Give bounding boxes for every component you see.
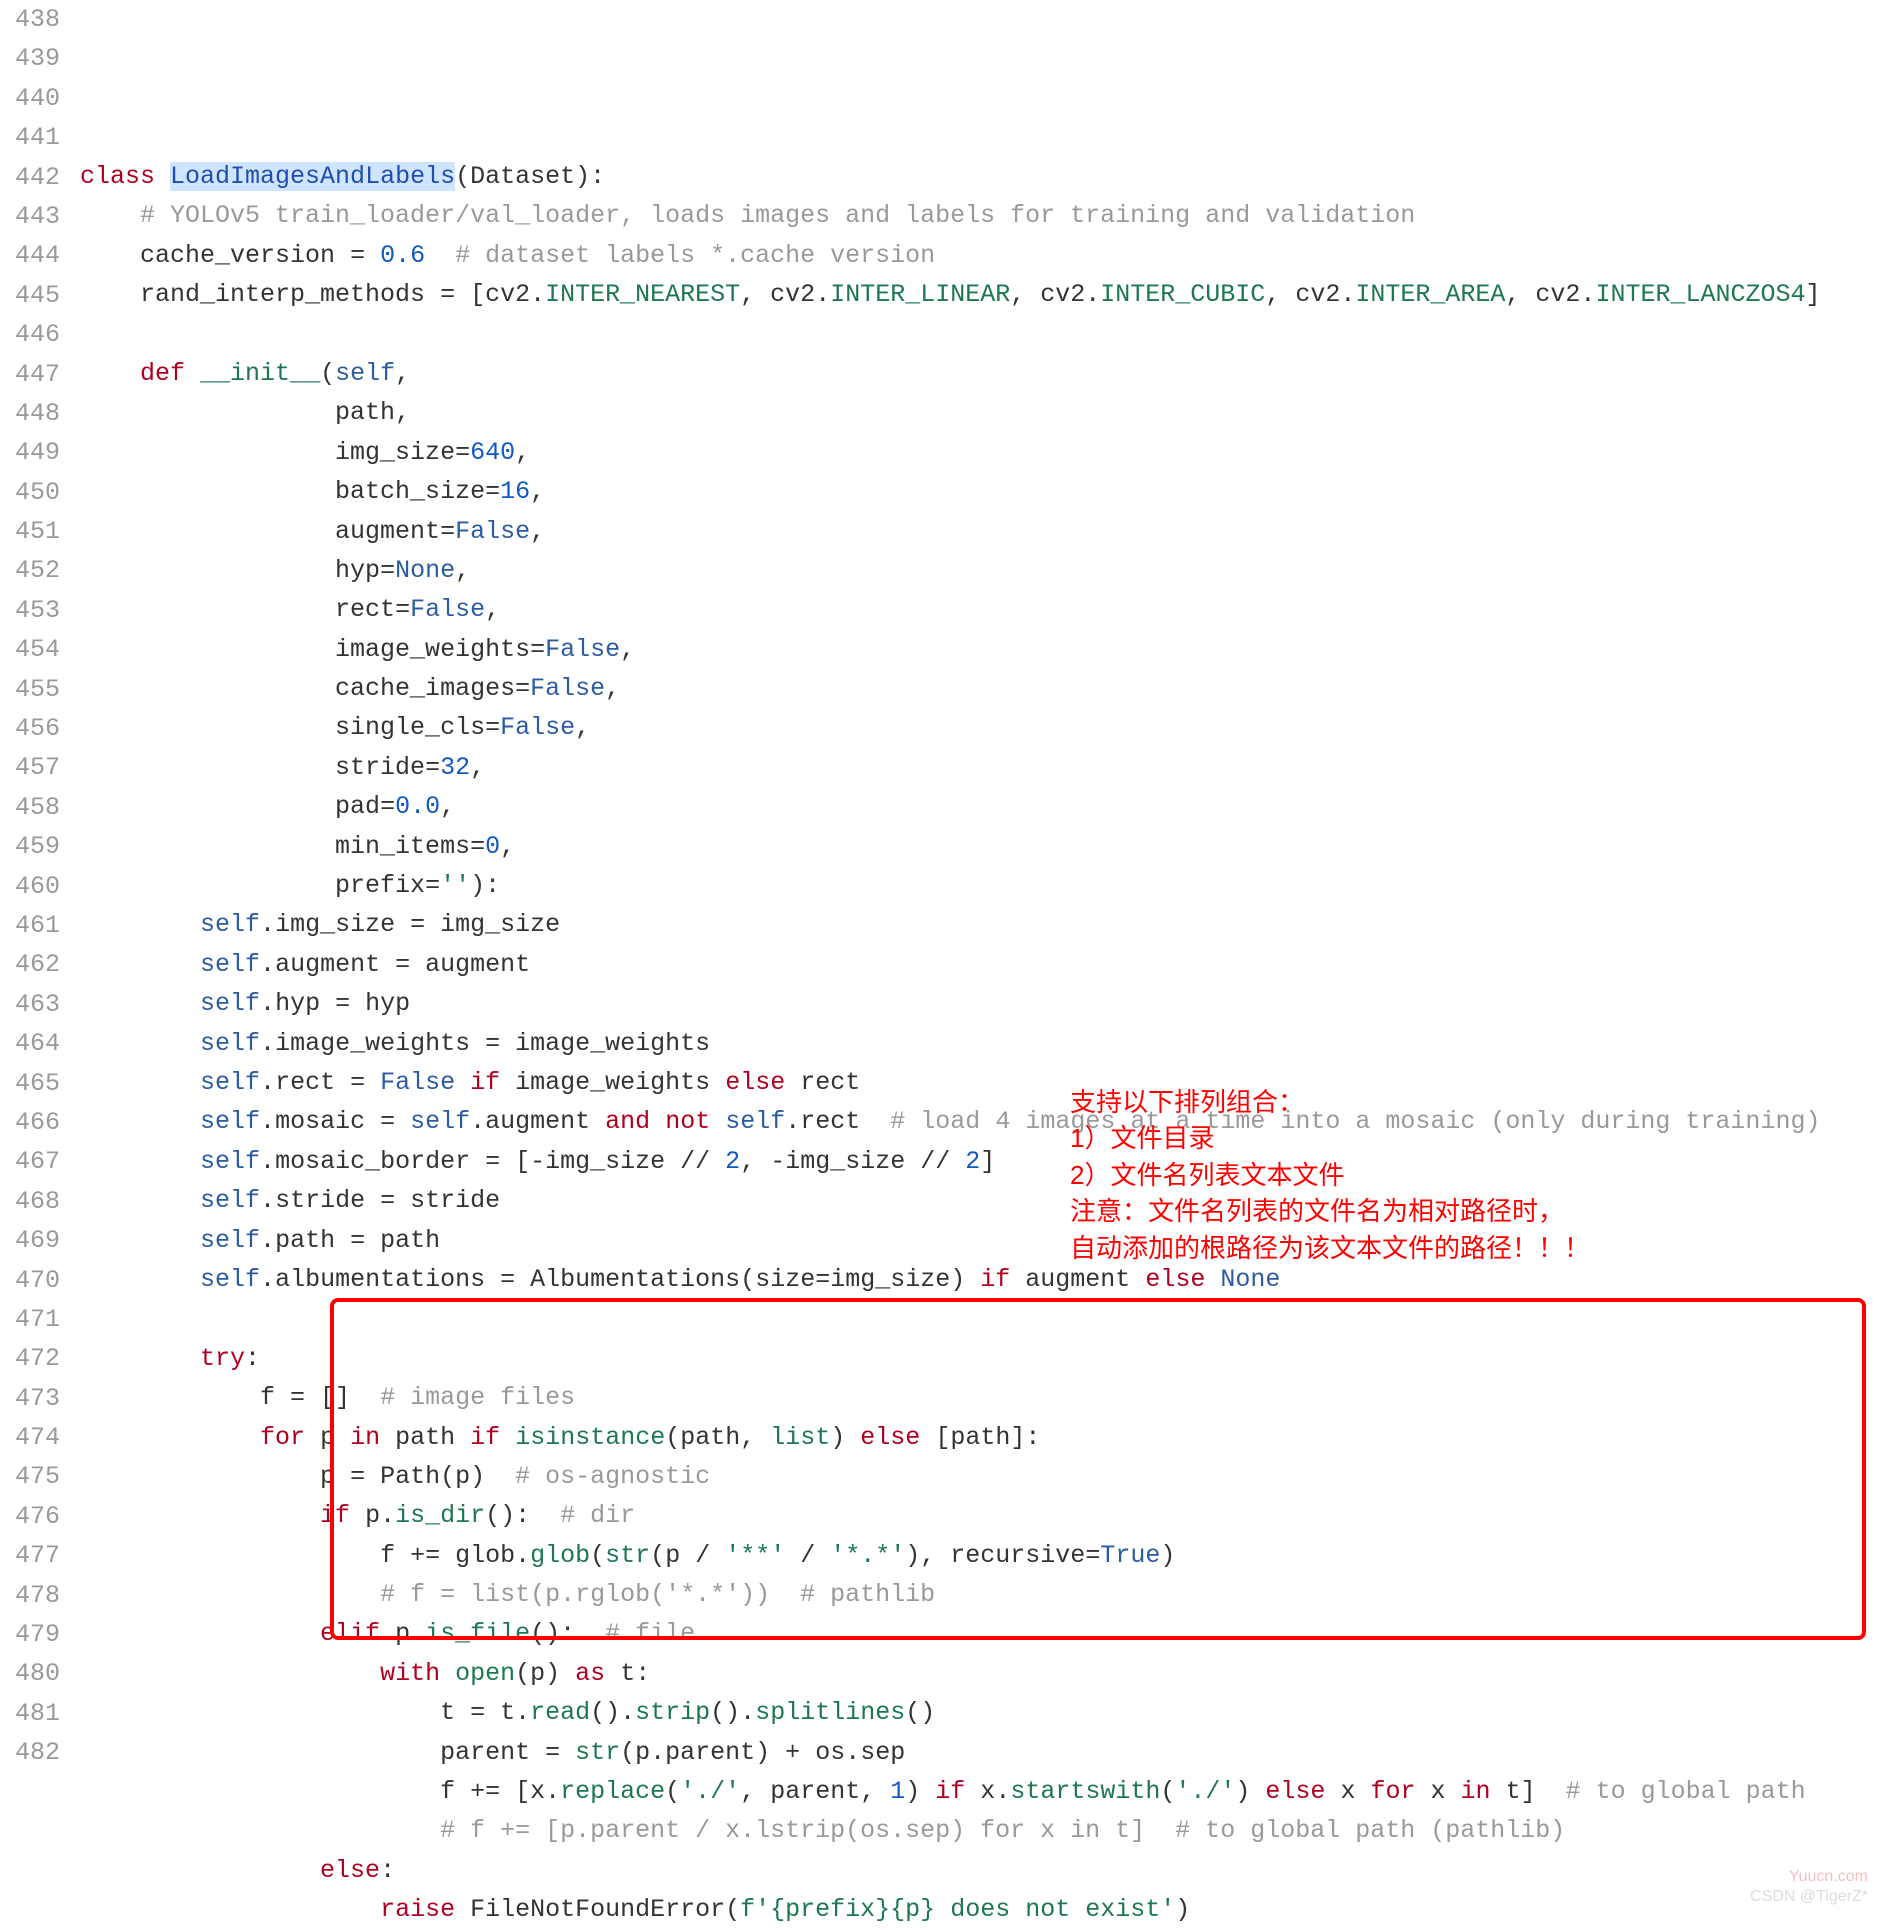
line-number: 458: [10, 788, 60, 827]
line-number: 476: [10, 1497, 60, 1536]
line-number: 452: [10, 551, 60, 590]
code-line[interactable]: [80, 315, 1888, 354]
code-line[interactable]: else:: [80, 1851, 1888, 1890]
watermark-2: CSDN @TigerZ*: [1750, 1884, 1868, 1909]
code-line[interactable]: # YOLOv5 train_loader/val_loader, loads …: [80, 196, 1888, 235]
line-number: 455: [10, 670, 60, 709]
line-number: 479: [10, 1615, 60, 1654]
code-line[interactable]: single_cls=False,: [80, 708, 1888, 747]
code-line[interactable]: self.hyp = hyp: [80, 984, 1888, 1023]
code-line[interactable]: f += [x.replace('./', parent, 1) if x.st…: [80, 1772, 1888, 1811]
code-line[interactable]: def __init__(self,: [80, 354, 1888, 393]
line-number: 465: [10, 1064, 60, 1103]
line-number: 461: [10, 906, 60, 945]
code-line[interactable]: self.img_size = img_size: [80, 905, 1888, 944]
line-number: 450: [10, 473, 60, 512]
code-line[interactable]: self.stride = stride: [80, 1181, 1888, 1220]
line-number: 447: [10, 355, 60, 394]
code-line[interactable]: image_weights=False,: [80, 630, 1888, 669]
line-number: 473: [10, 1379, 60, 1418]
line-number: 481: [10, 1694, 60, 1733]
line-number: 469: [10, 1221, 60, 1260]
line-number: 443: [10, 197, 60, 236]
line-number: 475: [10, 1457, 60, 1496]
code-line[interactable]: elif p.is_file(): # file: [80, 1614, 1888, 1653]
code-line[interactable]: self.augment = augment: [80, 945, 1888, 984]
code-line[interactable]: parent = str(p.parent) + os.sep: [80, 1733, 1888, 1772]
code-line[interactable]: t = t.read().strip().splitlines(): [80, 1693, 1888, 1732]
line-number: 454: [10, 630, 60, 669]
code-line[interactable]: cache_images=False,: [80, 669, 1888, 708]
line-number: 451: [10, 512, 60, 551]
code-line[interactable]: f = [] # image files: [80, 1378, 1888, 1417]
line-number: 477: [10, 1536, 60, 1575]
code-line[interactable]: self.mosaic_border = [-img_size // 2, -i…: [80, 1142, 1888, 1181]
line-number: 453: [10, 591, 60, 630]
line-number: 441: [10, 118, 60, 157]
line-number: 460: [10, 867, 60, 906]
line-number: 472: [10, 1339, 60, 1378]
code-line[interactable]: stride=32,: [80, 748, 1888, 787]
line-number: 448: [10, 394, 60, 433]
line-number: 456: [10, 709, 60, 748]
line-number: 482: [10, 1733, 60, 1772]
code-line[interactable]: self.albumentations = Albumentations(siz…: [80, 1260, 1888, 1299]
line-number: 463: [10, 985, 60, 1024]
code-line[interactable]: self.path = path: [80, 1221, 1888, 1260]
line-number: 480: [10, 1654, 60, 1693]
code-line[interactable]: raise FileNotFoundError(f'{prefix}{p} do…: [80, 1890, 1888, 1929]
line-number: 442: [10, 158, 60, 197]
line-number: 466: [10, 1103, 60, 1142]
code-line[interactable]: # f = list(p.rglob('*.*')) # pathlib: [80, 1575, 1888, 1614]
code-line[interactable]: with open(p) as t:: [80, 1654, 1888, 1693]
code-line[interactable]: rand_interp_methods = [cv2.INTER_NEAREST…: [80, 275, 1888, 314]
line-number: 467: [10, 1142, 60, 1181]
code-line[interactable]: f += glob.glob(str(p / '**' / '*.*'), re…: [80, 1536, 1888, 1575]
line-number-gutter: 4384394404414424434444454464474484494504…: [0, 0, 80, 1930]
code-line[interactable]: prefix=''):: [80, 866, 1888, 905]
code-line[interactable]: self.image_weights = image_weights: [80, 1024, 1888, 1063]
code-line[interactable]: try:: [80, 1339, 1888, 1378]
code-line[interactable]: rect=False,: [80, 590, 1888, 629]
code-line[interactable]: img_size=640,: [80, 433, 1888, 472]
line-number: 440: [10, 79, 60, 118]
line-number: 464: [10, 1024, 60, 1063]
line-number: 449: [10, 433, 60, 472]
code-line[interactable]: pad=0.0,: [80, 787, 1888, 826]
code-line[interactable]: class LoadImagesAndLabels(Dataset):: [80, 157, 1888, 196]
code-line[interactable]: self.mosaic = self.augment and not self.…: [80, 1102, 1888, 1141]
code-line[interactable]: [80, 1299, 1888, 1338]
line-number: 462: [10, 945, 60, 984]
code-line[interactable]: hyp=None,: [80, 551, 1888, 590]
code-line[interactable]: if p.is_dir(): # dir: [80, 1496, 1888, 1535]
code-line[interactable]: self.rect = False if image_weights else …: [80, 1063, 1888, 1102]
code-line[interactable]: # f += [p.parent / x.lstrip(os.sep) for …: [80, 1811, 1888, 1850]
line-number: 445: [10, 276, 60, 315]
line-number: 444: [10, 236, 60, 275]
line-number: 471: [10, 1300, 60, 1339]
code-line[interactable]: augment=False,: [80, 512, 1888, 551]
line-number: 478: [10, 1576, 60, 1615]
line-number: 468: [10, 1182, 60, 1221]
line-number: 446: [10, 315, 60, 354]
code-line[interactable]: for p in path if isinstance(path, list) …: [80, 1418, 1888, 1457]
code-editor[interactable]: 4384394404414424434444454464474484494504…: [0, 0, 1888, 1930]
code-line[interactable]: p = Path(p) # os-agnostic: [80, 1457, 1888, 1496]
code-area[interactable]: 支持以下排列组合： 1）文件目录 2）文件名列表文本文件 注意：文件名列表的文件…: [80, 0, 1888, 1930]
code-line[interactable]: min_items=0,: [80, 827, 1888, 866]
line-number: 457: [10, 748, 60, 787]
code-line[interactable]: batch_size=16,: [80, 472, 1888, 511]
line-number: 438: [10, 0, 60, 39]
line-number: 459: [10, 827, 60, 866]
line-number: 470: [10, 1261, 60, 1300]
line-number: 474: [10, 1418, 60, 1457]
code-line[interactable]: path,: [80, 393, 1888, 432]
code-line[interactable]: cache_version = 0.6 # dataset labels *.c…: [80, 236, 1888, 275]
line-number: 439: [10, 39, 60, 78]
